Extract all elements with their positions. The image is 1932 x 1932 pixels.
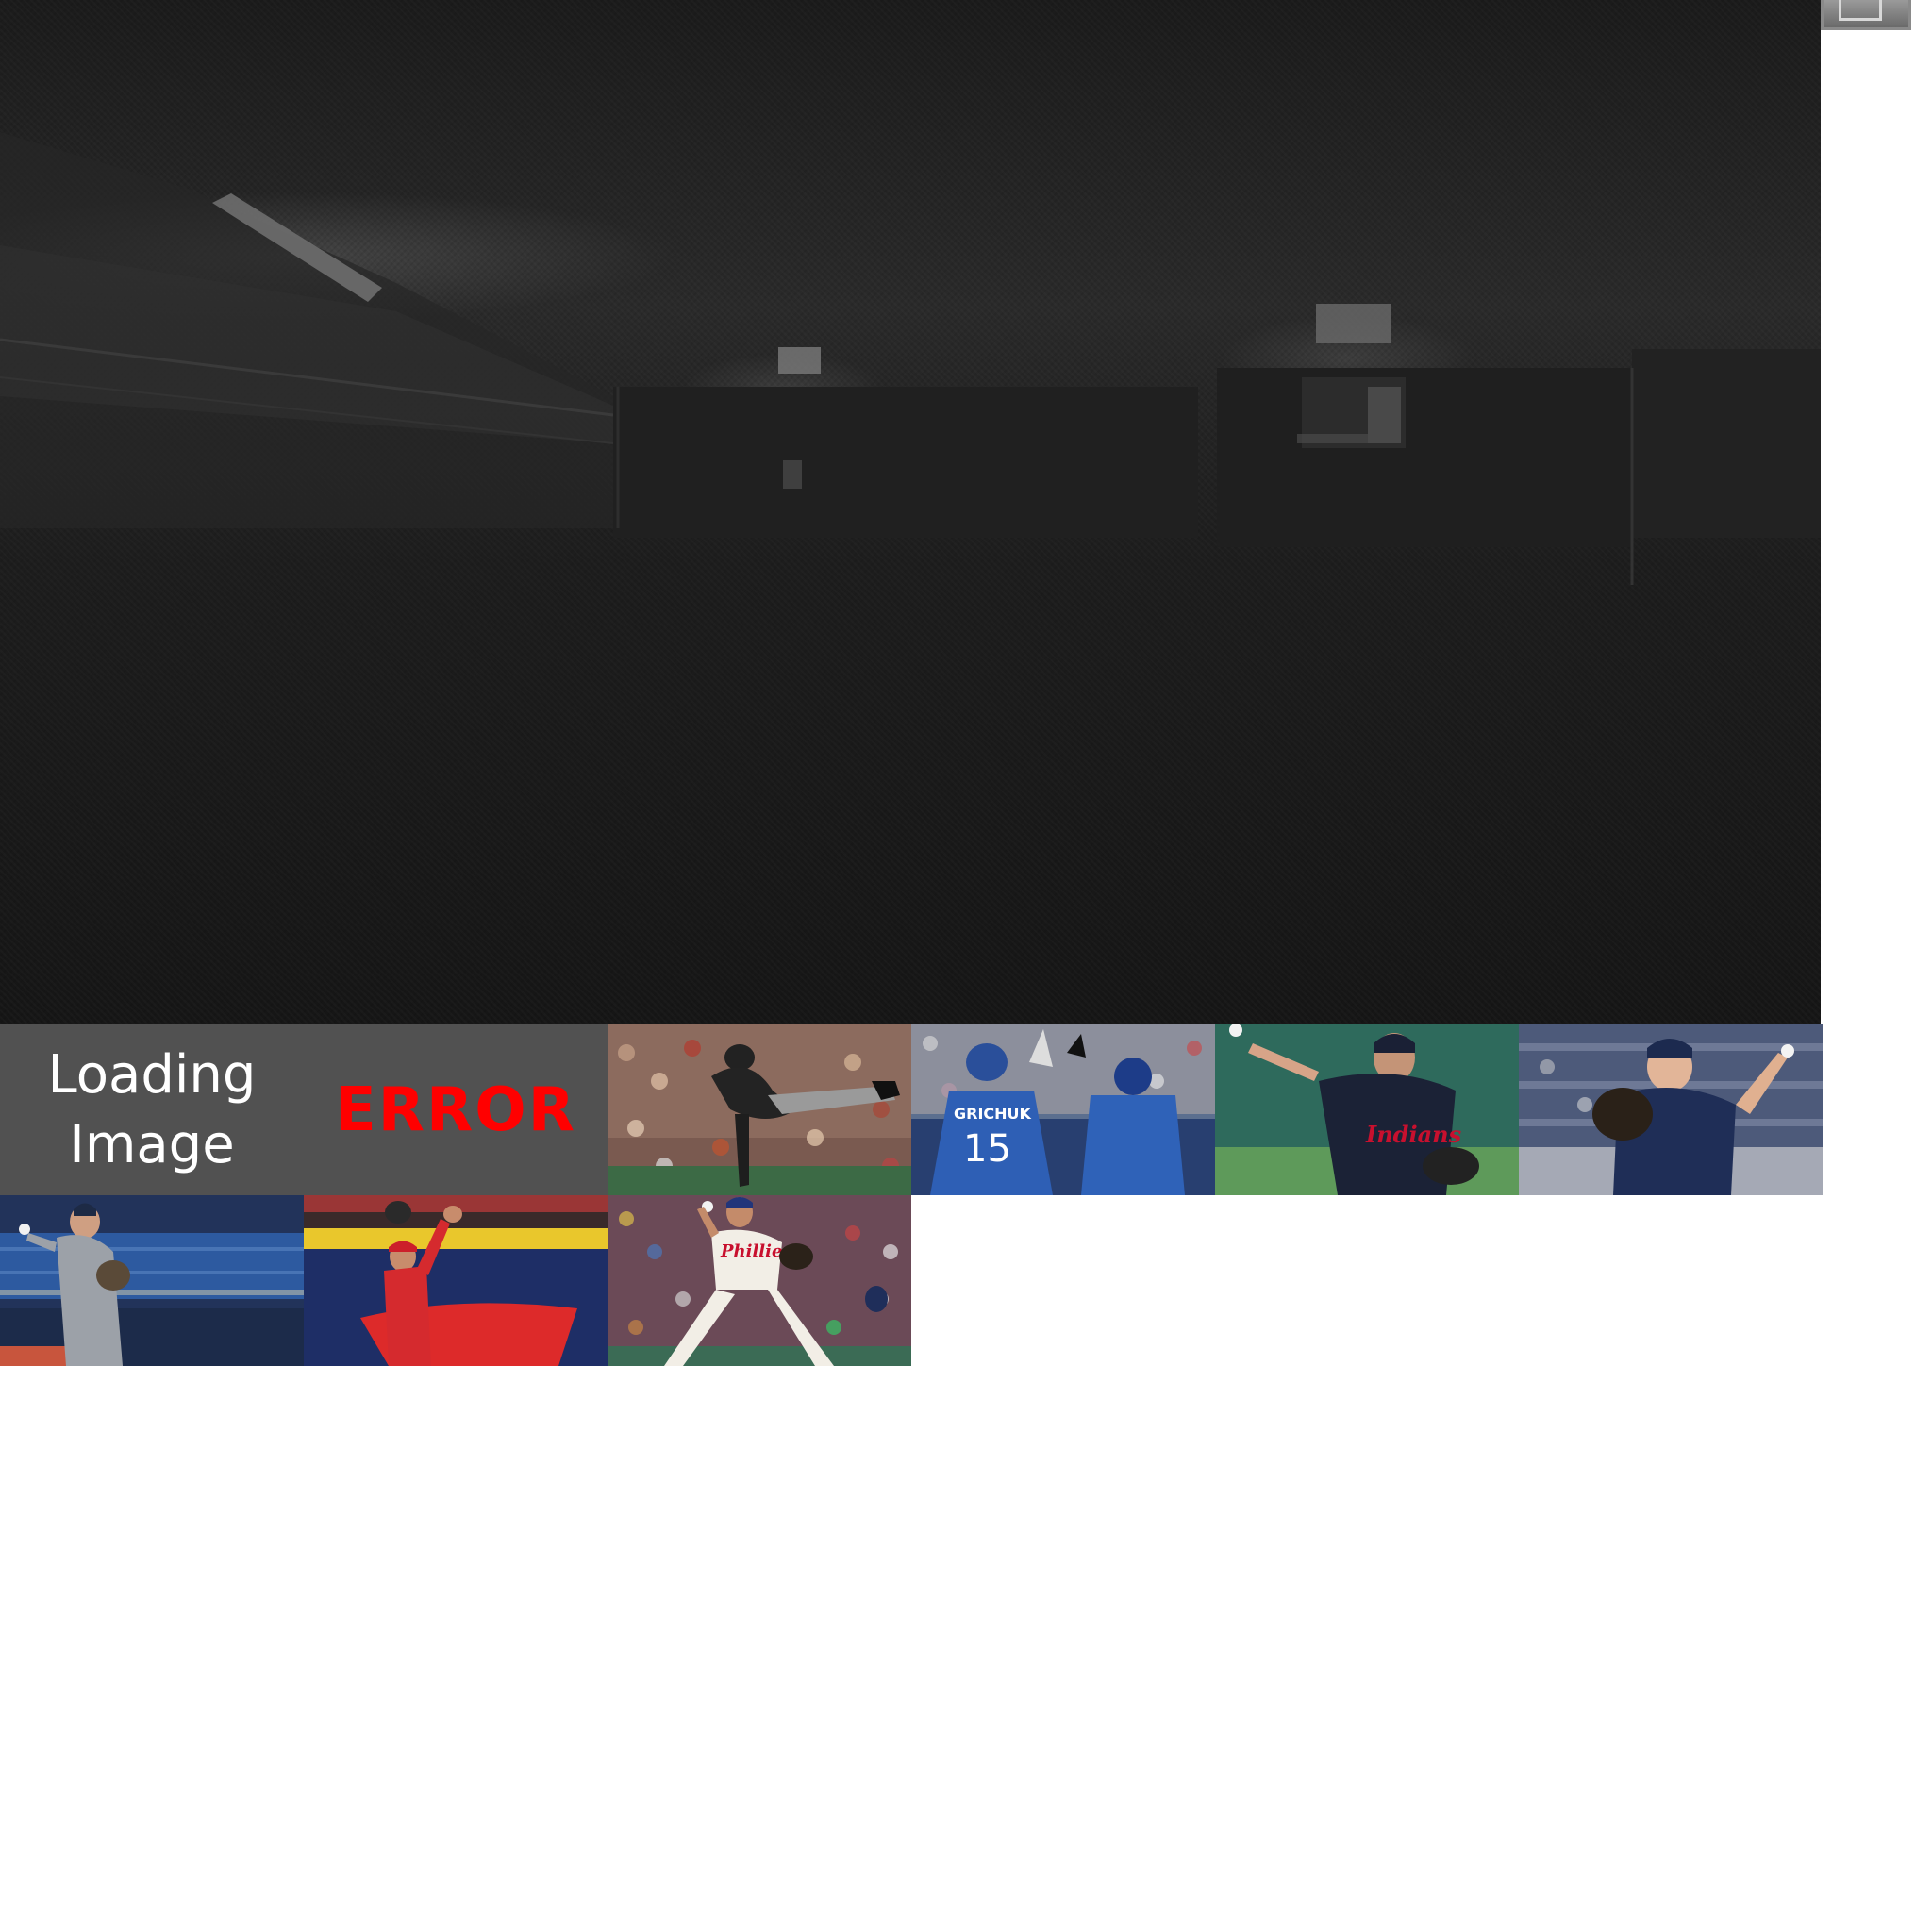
thumbnail-padres-pitcher[interactable]	[1519, 1024, 1823, 1195]
thumbnail-indians-pitcher[interactable]: Indians	[1215, 1024, 1519, 1195]
window-restore-icon[interactable]	[1821, 0, 1911, 30]
thumbnail-error[interactable]: ERROR	[304, 1024, 608, 1195]
jersey-script-text: Indians	[1365, 1121, 1462, 1148]
thumbnail-pitcher-black-white[interactable]	[608, 1024, 911, 1195]
jersey-number-text: 15	[963, 1127, 1011, 1171]
pitcher-black-white-uniform-photo-icon	[608, 1024, 911, 1195]
red-uniform-outfielder-catch-photo-icon	[304, 1195, 608, 1366]
phillies-pitcher-photo-icon: Phillies	[608, 1195, 911, 1366]
jersey-name-text: GRICHUK	[954, 1105, 1032, 1123]
window-restore-icon-inner	[1839, 0, 1882, 21]
thumbnail-blue-jays-celebrating[interactable]: GRICHUK 15	[911, 1024, 1215, 1195]
indians-pitcher-photo-icon: Indians	[1215, 1024, 1519, 1195]
thumbnail-loading[interactable]: Loading Image	[0, 1024, 304, 1195]
loading-image-label: Loading Image	[47, 1043, 257, 1175]
thumbnail-phillies-pitcher[interactable]: Phillies	[608, 1195, 911, 1366]
padres-pitcher-photo-icon	[1519, 1024, 1823, 1195]
stadium-background-image	[0, 132, 1821, 585]
thumbnail-strip: Loading Image ERROR GRICHUK 15 Indians P…	[0, 1024, 1823, 1366]
blue-jays-players-celebrating-photo-icon: GRICHUK 15	[911, 1024, 1215, 1195]
error-label: ERROR	[335, 1074, 576, 1145]
thumbnail-red-uniform-outfielder[interactable]	[304, 1195, 608, 1366]
thumbnail-grey-uniform-pitcher[interactable]	[0, 1195, 304, 1366]
main-image-viewer[interactable]	[0, 0, 1821, 1024]
grey-uniform-pitcher-photo-icon	[0, 1195, 304, 1366]
